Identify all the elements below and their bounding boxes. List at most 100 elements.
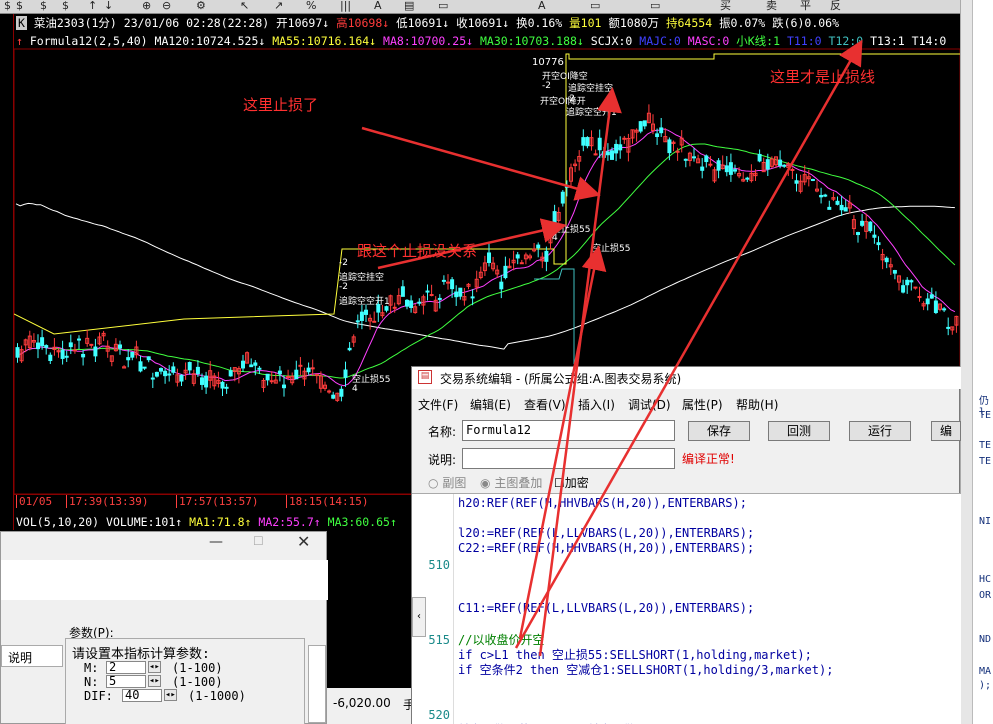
toolbar-icon[interactable]: $: [62, 0, 69, 12]
toolbar-icon[interactable]: 平: [800, 0, 811, 12]
candle-body: [716, 160, 721, 171]
annotation-stop-hit: 这里止损了: [243, 96, 319, 114]
menu-item[interactable]: 调试(D): [628, 396, 671, 413]
app-icon: ▤: [418, 370, 432, 384]
code-line[interactable]: if 空条件2 then 空减仓1:SELLSHORT(1,holding/3,…: [458, 661, 833, 678]
pin-icon: ↑: [16, 34, 23, 48]
param-spinner-icon[interactable]: ◂▸: [148, 675, 161, 687]
toolbar-icon[interactable]: 反: [830, 0, 841, 12]
menu-item[interactable]: 文件(F): [418, 396, 458, 413]
toolbar-icon[interactable]: ⊖: [162, 0, 171, 12]
candle-body: [306, 367, 311, 373]
close-icon[interactable]: ✕: [297, 532, 310, 551]
candle-body: [228, 370, 233, 377]
minimize-icon[interactable]: —: [209, 534, 223, 550]
param-row: DIF: 40 ◂▸ (1-1000): [84, 689, 294, 703]
candle-body: [470, 296, 475, 299]
toolbar-icon[interactable]: ▭: [590, 0, 600, 12]
toolbar-icon[interactable]: ⚙: [196, 0, 206, 12]
candle-body: [15, 347, 20, 358]
toolbar-icon[interactable]: A: [374, 0, 382, 12]
right-panel-text: TE: [979, 440, 992, 451]
param-range: (1-100): [172, 675, 223, 689]
candle-body: [728, 162, 733, 175]
code-editor[interactable]: h20:REF(REF(H,HHVBARS(H,20)),ENTERBARS);…: [412, 493, 961, 724]
toolbar-icon[interactable]: 卖: [766, 0, 777, 12]
code-line[interactable]: C11:=REF(REF(L,LLVBARS(L,20)),ENTERBARS)…: [458, 601, 754, 615]
option-encrypt-label: 加密: [564, 476, 589, 490]
toolbar-icon[interactable]: ▤: [404, 0, 414, 12]
signal-label: 4: [352, 384, 358, 394]
run-button[interactable]: 运行: [849, 421, 911, 441]
candle-body: [171, 366, 176, 373]
editor-title: 交易系统编辑 - (所属公式组:A.图表交易系统): [440, 372, 682, 386]
toolbar-icon[interactable]: ⊕: [142, 0, 151, 12]
low: 低10691↓: [396, 16, 450, 30]
menu-item[interactable]: 帮助(H): [736, 396, 778, 413]
edit-button[interactable]: 编: [931, 421, 961, 441]
candle-body: [187, 362, 192, 371]
toolbar-icon[interactable]: $: [4, 0, 11, 12]
candle-body: [745, 177, 750, 180]
candle-body: [339, 388, 344, 397]
t11-value: T11:0: [786, 34, 822, 48]
description-input[interactable]: [462, 448, 675, 469]
parameter-dialog[interactable]: — ☐ ✕ 参数(P): 说明 请设置本指标计算参数: M: 2 ◂▸ (1-100)…: [0, 531, 328, 724]
candle-body: [310, 367, 315, 370]
code-line[interactable]: h20:REF(REF(H,HHVBARS(H,20)),ENTERBARS);: [458, 496, 747, 510]
toolbar-icon[interactable]: %: [306, 0, 316, 12]
toolbar-icon[interactable]: ↖: [240, 0, 249, 12]
code-line[interactable]: C22:=REF(REF(H,HHVBARS(H,20)),ENTERBARS)…: [458, 541, 754, 555]
toolbar-icon[interactable]: $: [40, 0, 47, 12]
ma30-value: MA30:10703.188↓: [479, 34, 584, 48]
candle-body: [933, 300, 938, 314]
menu-item[interactable]: 属性(P): [682, 396, 723, 413]
tab-description[interactable]: 说明: [1, 645, 63, 667]
toolbar-icon[interactable]: ▭: [438, 0, 448, 12]
backtest-button[interactable]: 回测: [768, 421, 830, 441]
option-overlay[interactable]: ◉ 主图叠加: [480, 474, 542, 491]
system-editor-window[interactable]: ▤ 交易系统编辑 - (所属公式组:A.图表交易系统) 文件(F) 编辑(E) 查看…: [411, 366, 961, 724]
code-line[interactable]: l20:=REF(REF(L,LLVBARS(L,20)),ENTERBARS)…: [458, 526, 754, 540]
candle-body: [384, 306, 389, 311]
toolbar-icon[interactable]: ↑: [88, 0, 97, 12]
menu-item[interactable]: 插入(I): [578, 396, 615, 413]
param-value-input[interactable]: 40: [122, 689, 162, 702]
toolbar-icon[interactable]: A: [538, 0, 546, 12]
name-input[interactable]: Formula12: [462, 420, 675, 441]
maximize-icon[interactable]: ☐: [253, 534, 264, 548]
right-side-panel: 仍l TE TE TE NI HC OR ND MA);: [960, 0, 993, 724]
option-subchart[interactable]: ○ 副图: [428, 474, 466, 491]
collapse-arrow-icon[interactable]: ‹: [412, 597, 426, 637]
indicator-line: ↑ Formula12(2,5,40) MA120:10724.525↓ MA5…: [16, 33, 946, 49]
candle-body: [437, 297, 442, 300]
candle-body: [601, 151, 606, 158]
candle-body: [89, 343, 94, 346]
save-button[interactable]: 保存: [688, 421, 750, 441]
candle-body: [667, 139, 672, 154]
param-value-input[interactable]: 5: [106, 675, 146, 688]
toolbar-icon[interactable]: |||: [340, 0, 351, 12]
toolbar-icon[interactable]: $: [16, 0, 23, 12]
param-value-input[interactable]: 2: [106, 661, 146, 674]
candle-body: [204, 375, 209, 388]
candle-body: [778, 159, 783, 166]
candle-body: [294, 369, 299, 380]
dialog-scrollbar[interactable]: [308, 645, 326, 723]
toolbar-icon[interactable]: ↓: [104, 0, 113, 12]
right-panel-text: );: [979, 680, 992, 691]
menu-item[interactable]: 编辑(E): [470, 396, 511, 413]
toolbar-icon[interactable]: 买: [720, 0, 731, 12]
scrollbar[interactable]: [961, 0, 973, 724]
param-spinner-icon[interactable]: ◂▸: [148, 661, 161, 673]
candle-body: [536, 244, 541, 249]
param-spinner-icon[interactable]: ◂▸: [164, 689, 177, 701]
candle-body: [372, 320, 377, 323]
param-range: (1-100): [172, 661, 223, 675]
ma-line: [15, 202, 955, 350]
option-encrypt[interactable]: ☐加密: [554, 474, 589, 491]
menu-item[interactable]: 查看(V): [524, 396, 566, 413]
toolbar-icon[interactable]: ↗: [274, 0, 283, 12]
candle-body: [167, 373, 172, 376]
toolbar-icon[interactable]: ▭: [650, 0, 660, 12]
